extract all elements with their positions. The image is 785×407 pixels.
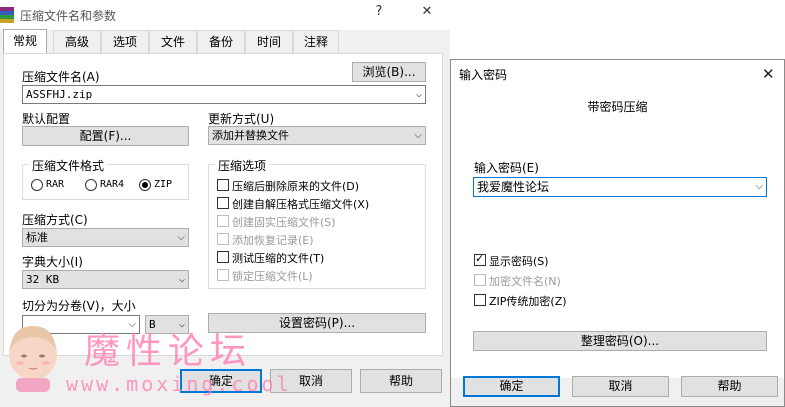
chevron-down-icon: ⌵ [177,232,185,243]
tab-files[interactable]: 文件 [149,30,197,54]
test-label: 测试压缩的文件(T) [232,252,325,265]
password-cancel-button[interactable]: 取消 [572,376,669,397]
lock-label: 锁定压缩文件(L) [232,270,313,283]
password-titlebar[interactable]: 输入密码 ✕ [451,60,784,89]
winrar-logo-icon [0,7,14,23]
test-checkbox[interactable] [217,251,229,263]
format-group-title: 压缩文件格式 [29,157,108,174]
close-icon[interactable]: ✕ [762,65,775,83]
watermark-url: www.moxing.cool [66,372,292,396]
options-group-title: 压缩选项 [215,157,270,174]
password-input[interactable]: 我爱魔性论坛 ⌵ [473,177,767,197]
tab-time[interactable]: 时间 [245,30,293,54]
show-password-label: 显示密码(S) [489,255,549,268]
password-value: 我爱魔性论坛 [477,180,550,194]
profile-button[interactable]: 配置(F)... [22,126,189,146]
dict-value: 32 KB [26,273,60,286]
sfx-checkbox[interactable] [217,197,229,209]
recovery-label: 添加恢复记录(E) [232,234,314,247]
radio-rar4-label: RAR4 [100,179,125,190]
chevron-down-icon: ⌵ [415,89,422,100]
archive-name-combo[interactable]: ASSFHJ.zip ⌵ [22,85,426,104]
encrypt-names-label: 加密文件名(N) [489,275,561,288]
archive-name-value: ASSFHJ.zip [26,88,93,101]
password-heading: 带密码压缩 [587,100,648,114]
radio-zip-label: ZIP [154,179,173,190]
password-dialog: 输入密码 ✕ 带密码压缩 输入密码(E) 我爱魔性论坛 ⌵ ✓ 显示密码(S) … [450,59,785,407]
update-mode-value: 添加并替换文件 [212,129,289,142]
radio-rar-label: RAR [46,179,65,190]
default-profile-label: 默认配置 [22,112,71,126]
dict-combo[interactable]: 32 KB ⌵ [22,270,189,289]
close-icon[interactable]: ✕ [416,4,438,19]
solid-label: 创建固实压缩文件(S) [232,216,336,229]
radio-selected-dot [142,182,148,188]
method-label: 压缩方式(C) [22,213,88,227]
help-title-button[interactable]: ? [368,4,390,19]
tab-options[interactable]: 选项 [101,30,149,54]
update-mode-label: 更新方式(U) [208,112,275,126]
radio-zip[interactable] [139,179,151,191]
chevron-down-icon: ⌵ [755,181,763,192]
organize-passwords-button[interactable]: 整理密码(O)... [473,331,767,351]
solid-checkbox [217,215,229,227]
sfx-label: 创建自解压格式压缩文件(X) [232,198,370,211]
dict-label: 字典大小(I) [22,255,83,269]
archive-name-label: 压缩文件名(A) [22,70,100,84]
radio-rar[interactable] [31,179,43,191]
watermark-chinese: 魔性论坛 [84,331,253,372]
browse-button[interactable]: 浏览(B)... [352,62,426,82]
check-icon: ✓ [475,252,485,265]
encrypt-names-checkbox [474,274,486,286]
show-password-checkbox[interactable]: ✓ [474,252,486,266]
password-help-button[interactable]: 帮助 [681,376,778,397]
update-mode-combo[interactable]: 添加并替换文件 ⌵ [208,126,426,145]
zip-legacy-checkbox[interactable] [474,294,486,306]
lock-checkbox [217,269,229,281]
radio-rar4[interactable] [85,179,97,191]
password-title: 输入密码 [459,68,508,82]
password-ok-button[interactable]: 确定 [463,376,560,397]
tab-comment[interactable]: 注释 [293,30,339,54]
tab-general[interactable]: 常规 [3,29,47,55]
tab-advanced[interactable]: 高级 [53,30,101,54]
password-label: 输入密码(E) [474,161,539,175]
main-titlebar[interactable]: 压缩文件名和参数 ? ✕ [0,0,450,30]
help-button[interactable]: 帮助 [360,369,442,393]
method-value: 标准 [26,231,48,244]
tab-backup[interactable]: 备份 [197,30,245,54]
watermark: 魔性论坛 www.moxing.cool [0,318,290,407]
chevron-down-icon: ⌵ [178,274,185,285]
zip-legacy-label: ZIP传统加密(Z) [489,295,567,308]
delete-after-checkbox[interactable] [217,179,229,191]
main-title: 压缩文件名和参数 [20,9,117,23]
watermark-avatar-icon [6,320,60,392]
recovery-checkbox [217,233,229,245]
split-label: 切分为分卷(V)，大小 [22,299,136,313]
method-combo[interactable]: 标准 ⌵ [22,228,189,247]
chevron-down-icon: ⌵ [414,130,422,141]
delete-after-label: 压缩后删除原来的文件(D) [232,180,360,193]
